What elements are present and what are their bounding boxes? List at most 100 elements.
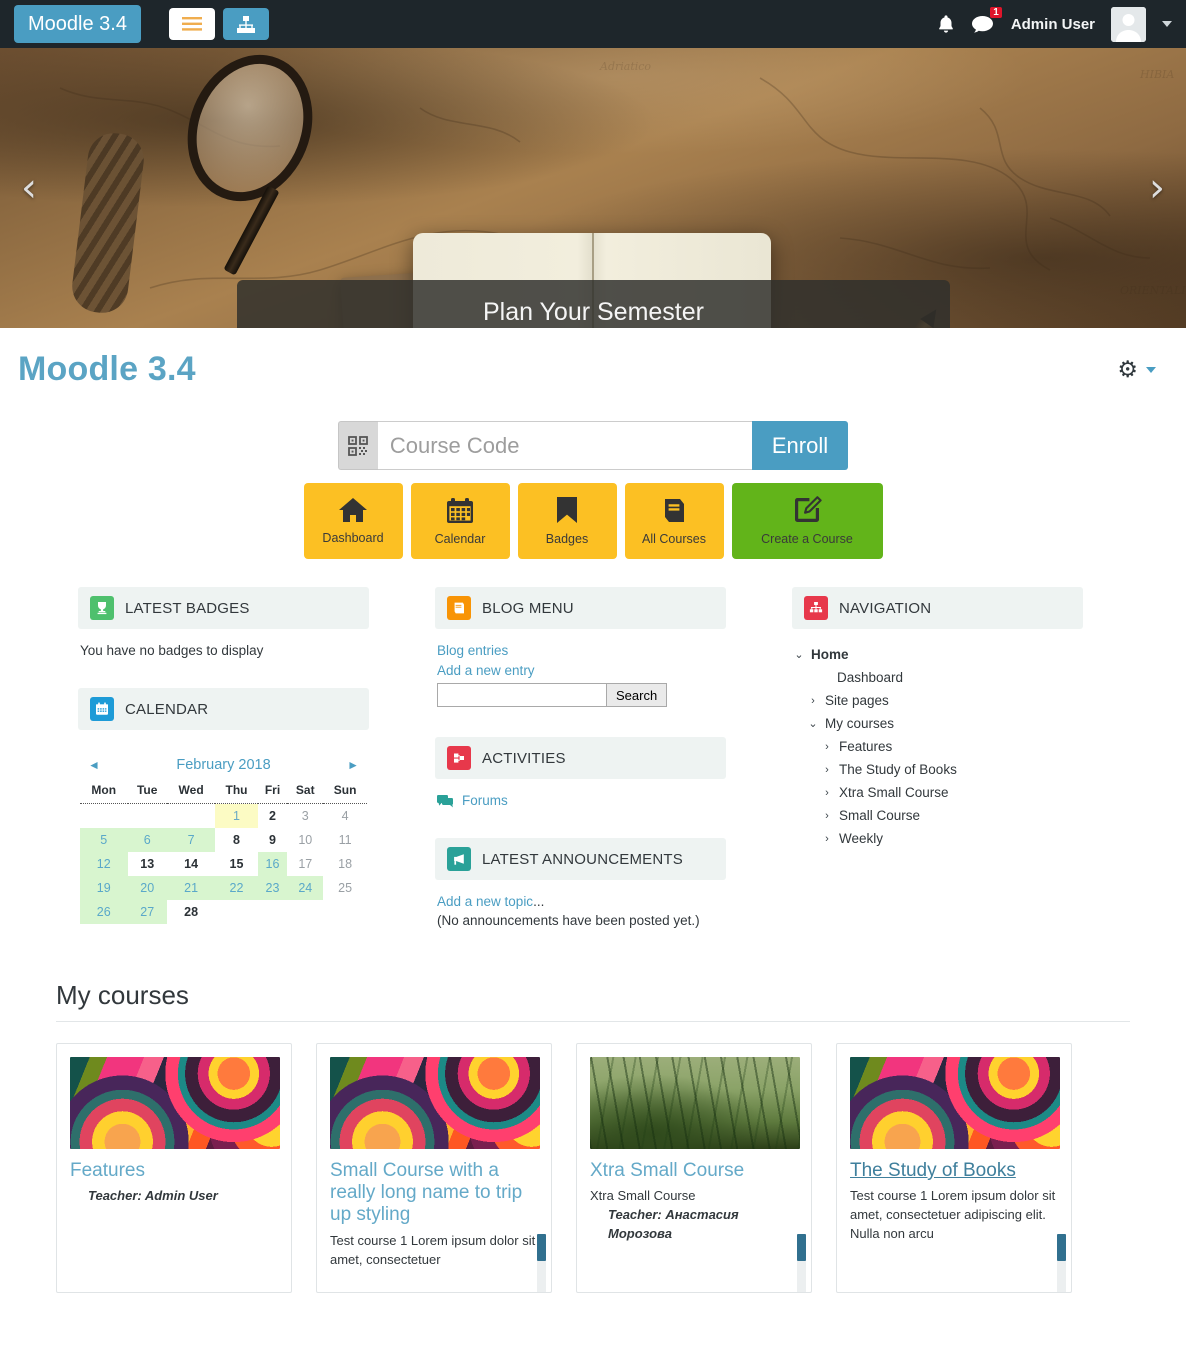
course-code-input[interactable] [377,421,752,470]
calendar-day-link[interactable]: 16 [266,857,280,871]
calendar-week-row: 26 27 28 [80,900,367,924]
calendar-day-24[interactable]: 24 [287,876,324,900]
course-card[interactable]: Small Course with a really long name to … [316,1043,552,1293]
carousel-prev-button[interactable]: ‹ [6,158,52,218]
nav-item-label[interactable]: Dashboard [837,670,903,685]
chevron-down-icon[interactable] [1146,366,1156,373]
nav-item-home[interactable]: ⌄ Home [794,643,1081,666]
calendar-day-16[interactable]: 16 [257,852,288,876]
course-title-link[interactable]: Features [70,1160,278,1182]
nav-item-label[interactable]: The Study of Books [839,762,957,777]
calendar-day-22[interactable]: 22 [215,876,258,900]
course-summary-scrollbar[interactable] [1057,1234,1066,1292]
calendar-day-7[interactable]: 7 [166,828,216,852]
blog-search-input[interactable] [437,683,607,707]
calendar-prev-month-button[interactable]: ◄ [88,758,100,772]
page-header: Moodle 3.4 ⚙ [0,328,1186,393]
course-card[interactable]: The Study of Books Test course 1 Lorem ip… [836,1043,1072,1293]
nav-item-xtra-small-course[interactable]: › Xtra Small Course [794,781,1081,804]
avatar[interactable] [1111,6,1146,42]
hamburger-menu-button[interactable] [168,8,215,40]
course-card[interactable]: Xtra Small Course Xtra Small Course Teache… [576,1043,812,1293]
notifications-button[interactable] [937,14,955,34]
blog-link-blog-entries[interactable]: Blog entries [437,643,724,658]
qrcode-icon[interactable] [337,421,378,470]
course-title-link[interactable]: Small Course with a really long name to … [330,1160,538,1227]
nav-item-label[interactable]: Small Course [839,808,920,823]
course-title-link[interactable]: The Study of Books [850,1160,1058,1182]
gear-icon[interactable]: ⚙ [1117,358,1138,381]
course-summary-scrollbar[interactable] [537,1234,546,1292]
calendar-day-12[interactable]: 12 [80,852,128,876]
calendar-day-20[interactable]: 20 [127,876,167,900]
calendar-day-27[interactable]: 27 [127,900,167,924]
nav-item-my-courses[interactable]: ⌄ My courses [794,712,1081,735]
chevron-right-icon[interactable]: › [822,833,832,845]
chevron-down-icon[interactable]: ⌄ [808,717,818,730]
calendar-day-link[interactable]: 12 [97,857,111,871]
chevron-down-icon[interactable]: ⌄ [794,648,804,661]
calendar-day-link[interactable]: 19 [97,881,111,895]
calendar-day-link[interactable]: 26 [97,905,111,919]
chevron-right-icon[interactable]: › [822,764,832,776]
calendar-week-row: 19 20 21 22 23 24 25 [80,876,367,900]
course-title-link[interactable]: Xtra Small Course [590,1160,798,1182]
calendar-day-link[interactable]: 21 [184,881,198,895]
chevron-right-icon[interactable]: › [822,741,832,753]
calendar-next-month-button[interactable]: ► [347,758,359,772]
calendar-day-link[interactable]: 5 [100,833,107,847]
calendar-day-5[interactable]: 5 [80,828,128,852]
activity-item-forums[interactable]: Forums [437,793,724,808]
chevron-right-icon[interactable]: › [822,787,832,799]
nav-item-label[interactable]: Features [839,739,892,754]
nav-item-small-course[interactable]: › Small Course [794,804,1081,827]
chevron-right-icon[interactable]: › [808,695,818,707]
calendar-day-23[interactable]: 23 [257,876,288,900]
nav-item-features[interactable]: › Features [794,735,1081,758]
add-new-topic-link[interactable]: Add a new topic [437,894,533,909]
calendar-day-link[interactable]: 7 [188,833,195,847]
calendar-day-26[interactable]: 26 [80,900,128,924]
latest-badges-header: LATEST BADGES [78,587,369,629]
scrollbar-thumb[interactable] [1057,1234,1066,1261]
calendar-month-label[interactable]: February 2018 [176,757,270,773]
nav-item-the-study-of-books[interactable]: › The Study of Books [794,758,1081,781]
calendar-day-6[interactable]: 6 [127,828,167,852]
enroll-button[interactable]: Enroll [751,421,849,470]
messages-button[interactable]: 1 [971,7,1002,34]
quicklink-calendar[interactable]: Calendar [410,483,510,559]
calendar-day-empty [128,804,167,829]
calendar-day-link[interactable]: 27 [140,905,154,919]
nav-item-label[interactable]: Home [811,647,849,662]
nav-item-label[interactable]: Xtra Small Course [839,785,949,800]
quicklink-all-courses[interactable]: All Courses [624,483,724,559]
carousel-next-button[interactable]: › [1134,158,1180,218]
scrollbar-thumb[interactable] [797,1234,806,1261]
scrollbar-thumb[interactable] [537,1234,546,1261]
course-sitemap-button[interactable] [222,8,269,40]
nav-item-dashboard[interactable]: Dashboard [794,666,1081,689]
nav-item-site-pages[interactable]: › Site pages [794,689,1081,712]
blog-link-add-a-new-entry[interactable]: Add a new entry [437,663,724,678]
quicklink-badges[interactable]: Badges [517,483,617,559]
calendar-day-21[interactable]: 21 [166,876,216,900]
nav-item-label[interactable]: Weekly [839,831,883,846]
course-card[interactable]: Features Teacher: Admin User [56,1043,292,1293]
calendar-day-link[interactable]: 6 [144,833,151,847]
calendar-day-1[interactable]: 1 [215,803,258,828]
blog-search-button[interactable]: Search [607,683,668,707]
quicklink-dashboard[interactable]: Dashboard [303,483,403,559]
calendar-day-link[interactable]: 1 [233,809,240,823]
site-brand-link[interactable]: Moodle 3.4 [14,5,141,43]
user-menu-caret-icon[interactable] [1162,21,1172,27]
forums-link[interactable]: Forums [462,793,508,808]
chevron-right-icon[interactable]: › [822,810,832,822]
quicklink-create-a-course[interactable]: Create a Course [731,483,883,559]
course-summary-scrollbar[interactable] [797,1234,806,1292]
calendar-day-link[interactable]: 23 [266,881,280,895]
calendar-day-link[interactable]: 20 [140,881,154,895]
calendar-day-link[interactable]: 24 [298,881,312,895]
calendar-day-link[interactable]: 22 [230,881,244,895]
nav-item-weekly[interactable]: › Weekly [794,827,1081,850]
calendar-day-19[interactable]: 19 [80,876,128,900]
